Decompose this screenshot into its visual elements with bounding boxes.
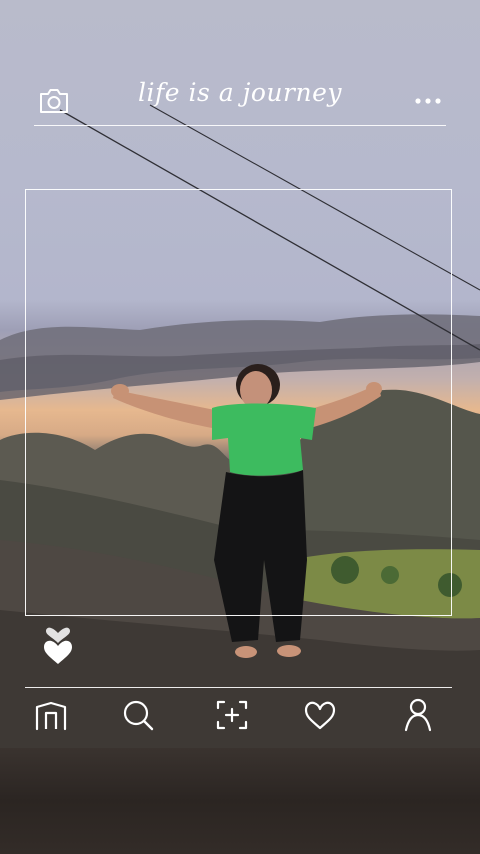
more-dots-icon[interactable] xyxy=(413,93,443,109)
add-photo-icon[interactable] xyxy=(214,697,250,733)
search-icon[interactable] xyxy=(120,697,156,733)
profile-icon[interactable] xyxy=(400,697,436,733)
app-screen: life is a journey xyxy=(0,0,480,854)
photo-frame xyxy=(25,189,452,616)
header-title: life is a journey xyxy=(138,78,342,107)
bottom-blur-strip xyxy=(0,748,480,854)
home-icon[interactable] xyxy=(33,697,69,733)
heart-stack-icon[interactable] xyxy=(42,627,74,667)
camera-icon[interactable] xyxy=(38,87,70,115)
nav-divider xyxy=(25,687,452,688)
header-divider xyxy=(34,125,446,126)
heart-icon[interactable] xyxy=(302,697,338,733)
